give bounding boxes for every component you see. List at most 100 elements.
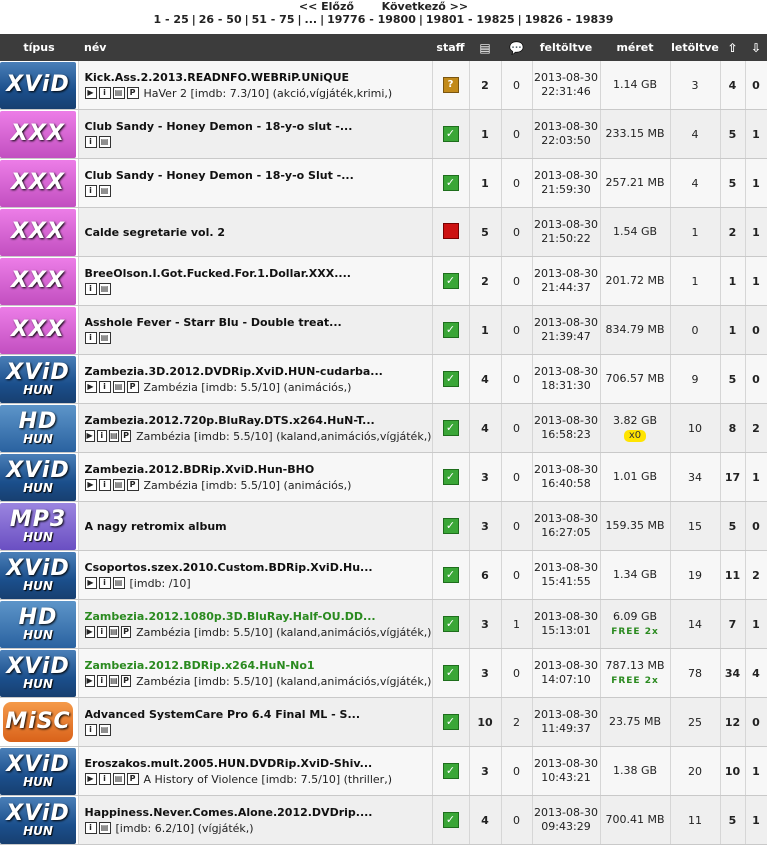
next-page-link[interactable]: Következő >>	[382, 0, 468, 13]
row-action-icon[interactable]: i	[98, 87, 111, 99]
leechers-cell[interactable]: 1	[745, 158, 767, 208]
seeders-cell[interactable]: 12	[720, 697, 746, 747]
category-icon[interactable]: XXX	[0, 306, 76, 354]
seeders-cell[interactable]: 5	[720, 795, 746, 845]
leechers-cell[interactable]: 1	[745, 599, 767, 649]
category-icon[interactable]: XViD HUN	[0, 649, 76, 697]
row-action-icon[interactable]: P	[126, 381, 139, 393]
row-action-icon[interactable]: ▤	[98, 332, 111, 344]
category-icon[interactable]: MP3 HUN	[0, 502, 76, 550]
row-action-icon[interactable]: i	[98, 381, 111, 393]
leechers-cell[interactable]: 2	[745, 403, 767, 453]
seeders-cell[interactable]: 1	[720, 305, 746, 355]
row-action-icon[interactable]: P	[120, 430, 132, 442]
category-icon[interactable]: XViD HUN	[0, 453, 76, 501]
row-action-icon[interactable]: ▤	[108, 430, 119, 442]
row-action-icon[interactable]: ▶	[84, 479, 97, 491]
category-icon[interactable]: XXX	[0, 257, 76, 305]
category-cell[interactable]: XViD HUN	[0, 648, 79, 698]
leechers-cell[interactable]: 1	[745, 256, 767, 306]
row-action-icon[interactable]: i	[98, 577, 111, 589]
seeders-cell[interactable]: 1	[720, 256, 746, 306]
category-icon[interactable]: XXX	[0, 159, 76, 207]
comments-cell[interactable]: 0	[501, 403, 533, 453]
row-action-icon[interactable]: i	[98, 479, 111, 491]
category-cell[interactable]: XXX	[0, 256, 79, 306]
files-cell[interactable]: 2	[469, 256, 502, 306]
prev-page-link[interactable]: << Előző	[299, 0, 354, 13]
row-action-icon[interactable]: ▶	[84, 675, 95, 687]
row-action-icon[interactable]: ▶	[84, 577, 97, 589]
category-cell[interactable]: MiSC	[0, 697, 79, 747]
comments-cell[interactable]: 0	[501, 795, 533, 845]
seeders-cell[interactable]: 5	[720, 354, 746, 404]
col-type[interactable]: típus	[0, 34, 78, 61]
leechers-cell[interactable]: 0	[745, 697, 767, 747]
files-cell[interactable]: 3	[469, 501, 502, 551]
torrent-title-link[interactable]: Zambezia.2012.720p.BluRay.DTS.x264.HuN-T…	[85, 414, 432, 427]
leechers-cell[interactable]: 0	[745, 354, 767, 404]
row-action-icon[interactable]: i	[84, 724, 97, 736]
col-staff[interactable]: staff	[432, 34, 469, 61]
category-cell[interactable]: XViD HUN	[0, 354, 79, 404]
row-action-icon[interactable]: P	[120, 626, 132, 638]
comments-cell[interactable]: 0	[501, 305, 533, 355]
comments-cell[interactable]: 0	[501, 648, 533, 698]
row-action-icon[interactable]: ▶	[84, 87, 97, 99]
page-link[interactable]: 19826 - 19839	[525, 13, 614, 26]
page-link[interactable]: 19776 - 19800	[327, 13, 416, 26]
seeders-cell[interactable]: 5	[720, 109, 746, 159]
seeders-cell[interactable]: 11	[720, 550, 746, 600]
row-action-icon[interactable]: ▤	[112, 773, 125, 785]
row-action-icon[interactable]: ▤	[112, 87, 125, 99]
comments-cell[interactable]: 1	[501, 599, 533, 649]
files-cell[interactable]: 3	[469, 452, 502, 502]
col-downloaded[interactable]: letöltve	[670, 34, 720, 61]
seeders-cell[interactable]: 5	[720, 158, 746, 208]
row-action-icon[interactable]: ▶	[84, 430, 95, 442]
page-link[interactable]: 19801 - 19825	[426, 13, 515, 26]
files-cell[interactable]: 4	[469, 354, 502, 404]
row-action-icon[interactable]: ▤	[112, 577, 125, 589]
row-action-icon[interactable]: P	[126, 773, 139, 785]
files-cell[interactable]: 3	[469, 648, 502, 698]
category-cell[interactable]: XViD	[0, 61, 79, 110]
category-cell[interactable]: XViD HUN	[0, 795, 79, 845]
row-action-icon[interactable]: i	[84, 136, 97, 148]
category-icon[interactable]: XViD HUN	[0, 796, 76, 844]
leechers-cell[interactable]: 0	[745, 305, 767, 355]
row-action-icon[interactable]: ▤	[108, 675, 119, 687]
col-seeders[interactable]: ⇧	[720, 34, 745, 61]
torrent-title-link[interactable]: A nagy retromix album	[85, 520, 432, 533]
torrent-title-link[interactable]: Eroszakos.mult.2005.HUN.DVDRip.XviD-Shiv…	[85, 757, 432, 770]
torrent-title-link[interactable]: Zambezia.2012.BDRip.x264.HuN-No1	[85, 659, 432, 672]
leechers-cell[interactable]: 1	[745, 109, 767, 159]
files-cell[interactable]: 5	[469, 207, 502, 257]
leechers-cell[interactable]: 1	[745, 207, 767, 257]
row-action-icon[interactable]: i	[96, 675, 107, 687]
row-action-icon[interactable]: ▤	[108, 626, 119, 638]
torrent-title-link[interactable]: Club Sandy - Honey Demon - 18-y-o Slut -…	[85, 169, 432, 182]
files-cell[interactable]: 1	[469, 305, 502, 355]
category-cell[interactable]: XXX	[0, 305, 79, 355]
col-uploaded[interactable]: feltöltve	[532, 34, 600, 61]
row-action-icon[interactable]: i	[84, 283, 97, 295]
comments-cell[interactable]: 0	[501, 109, 533, 159]
seeders-cell[interactable]: 4	[720, 61, 746, 110]
comments-cell[interactable]: 0	[501, 207, 533, 257]
torrent-title-link[interactable]: Happiness.Never.Comes.Alone.2012.DVDrip.…	[85, 806, 432, 819]
page-link[interactable]: 1 - 25	[154, 13, 189, 26]
category-icon[interactable]: HD HUN	[0, 600, 76, 648]
category-icon[interactable]: MiSC	[3, 702, 73, 742]
row-action-icon[interactable]: ▤	[112, 381, 125, 393]
category-cell[interactable]: XXX	[0, 207, 79, 257]
torrent-title-link[interactable]: Zambezia.2012.BDRip.XviD.Hun-BHO	[85, 463, 432, 476]
seeders-cell[interactable]: 8	[720, 403, 746, 453]
seeders-cell[interactable]: 5	[720, 501, 746, 551]
row-action-icon[interactable]: ▤	[98, 822, 111, 834]
page-link[interactable]: 26 - 50	[199, 13, 242, 26]
leechers-cell[interactable]: 1	[745, 795, 767, 845]
files-cell[interactable]: 3	[469, 746, 502, 796]
category-cell[interactable]: XXX	[0, 158, 79, 208]
row-action-icon[interactable]: i	[84, 185, 97, 197]
